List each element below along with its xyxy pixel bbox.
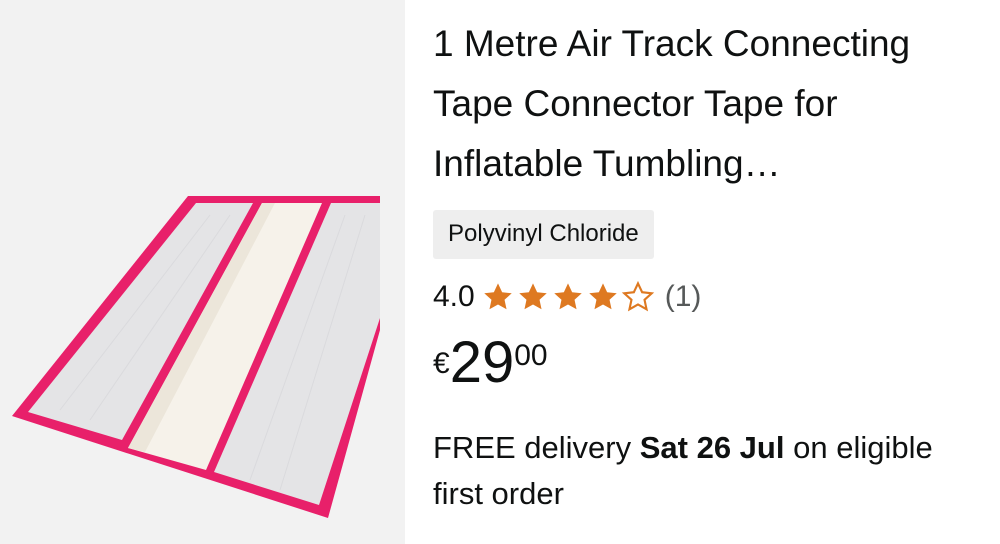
price-fraction: 00 bbox=[514, 339, 548, 372]
connector-tape-photo bbox=[12, 196, 380, 518]
delivery-prefix: FREE delivery bbox=[433, 430, 632, 465]
delivery-info: FREE delivery Sat 26 Jul on eligible fir… bbox=[433, 425, 933, 517]
product-title[interactable]: 1 Metre Air Track Connecting Tape Connec… bbox=[433, 14, 993, 194]
product-image[interactable] bbox=[0, 0, 405, 544]
star-full-icon bbox=[516, 281, 550, 313]
star-full-icon bbox=[481, 281, 515, 313]
price: € 29 00 bbox=[433, 330, 1000, 395]
delivery-date: Sat 26 Jul bbox=[639, 430, 785, 465]
rating-value: 4.0 bbox=[433, 280, 475, 313]
review-count[interactable]: (1) bbox=[665, 280, 702, 314]
price-currency: € bbox=[433, 347, 450, 380]
product-card[interactable]: 1 Metre Air Track Connecting Tape Connec… bbox=[0, 0, 1000, 544]
star-empty-icon bbox=[621, 281, 655, 313]
star-full-icon bbox=[586, 281, 620, 313]
star-rating[interactable] bbox=[481, 281, 655, 313]
material-badge: Polyvinyl Chloride bbox=[433, 210, 654, 259]
star-full-icon bbox=[551, 281, 585, 313]
price-whole: 29 bbox=[449, 330, 515, 395]
rating-row[interactable]: 4.0 (1) bbox=[433, 277, 1000, 317]
product-info: 1 Metre Air Track Connecting Tape Connec… bbox=[405, 0, 1000, 544]
